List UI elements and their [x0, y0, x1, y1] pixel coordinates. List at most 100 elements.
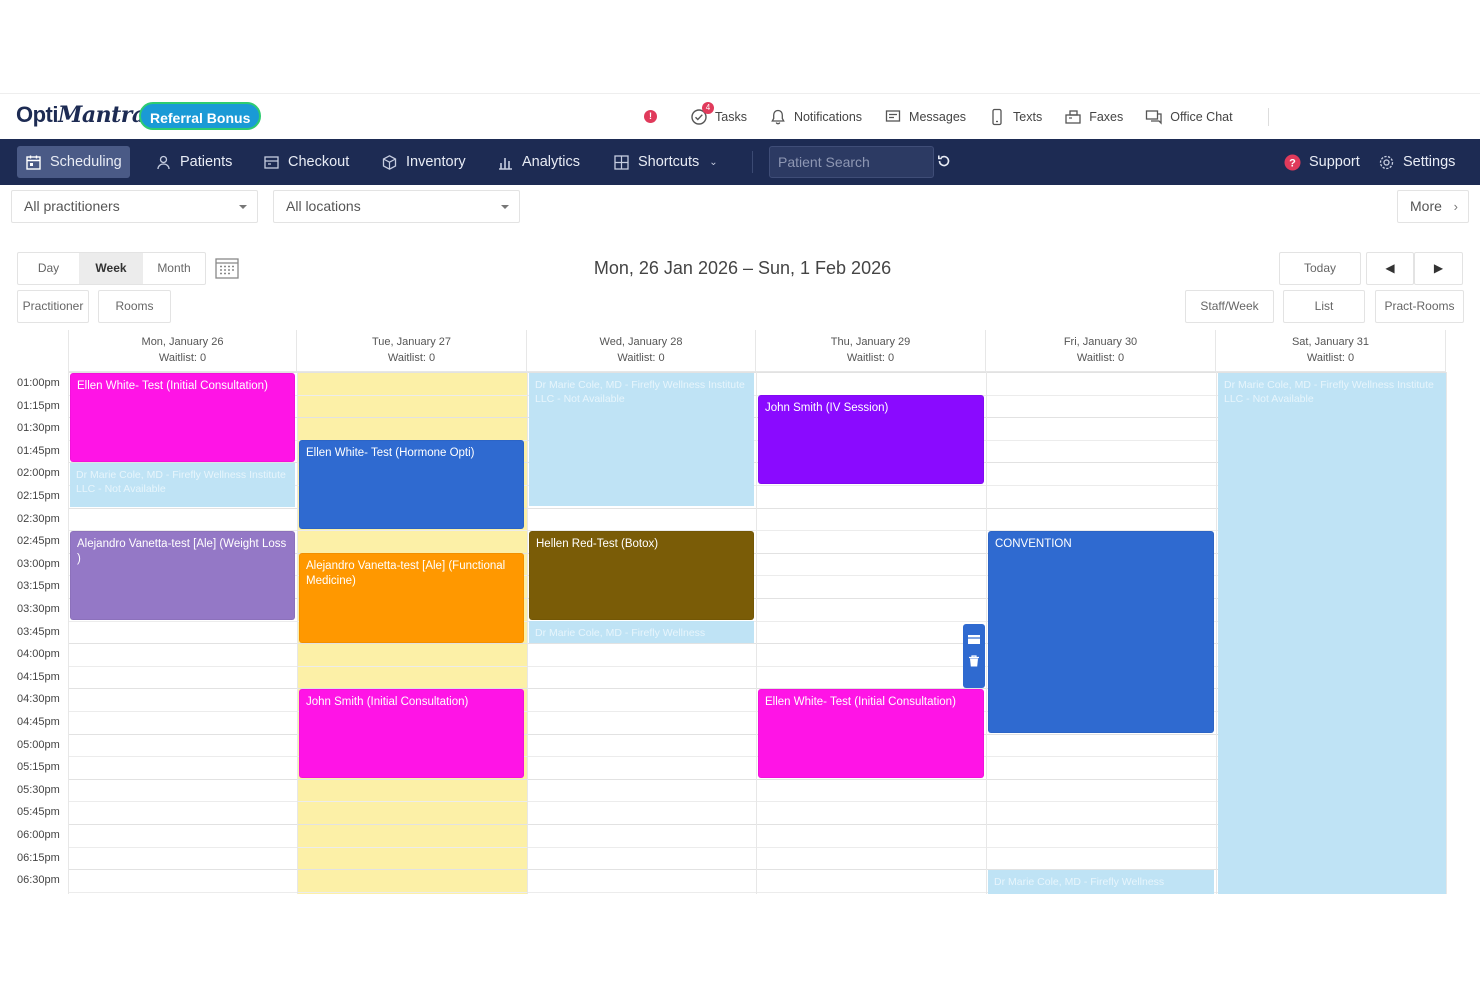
- time-slot-label: 06:15pm: [17, 851, 60, 864]
- nav-inventory-label: Inventory: [406, 154, 466, 170]
- time-slot-label: 05:00pm: [17, 738, 60, 751]
- nav-divider: [752, 151, 753, 173]
- top-nav: 4 Tasks Notifications Messages Texts Fax…: [690, 94, 1255, 139]
- date-range-title: Mon, 26 Jan 2026 – Sun, 1 Feb 2026: [593, 258, 892, 278]
- nav-analytics-label: Analytics: [522, 154, 581, 170]
- svg-text:?: ?: [1289, 157, 1296, 169]
- messages-link[interactable]: Messages: [884, 108, 966, 126]
- nav-inventory[interactable]: Inventory: [373, 146, 474, 178]
- office-chat-label: Office Chat: [1170, 109, 1233, 124]
- referral-bonus-button[interactable]: Referral Bonus: [139, 102, 262, 130]
- time-slot-label: 02:45pm: [17, 535, 60, 548]
- staff-week-button[interactable]: Staff/Week: [1185, 290, 1274, 323]
- appointment-hellen-red-wed[interactable]: Hellen Red-Test (Botox): [529, 531, 754, 620]
- location-select[interactable]: All locations: [273, 190, 520, 223]
- faxes-link[interactable]: Faxes: [1064, 108, 1123, 126]
- appointment-ellen-white-tue[interactable]: Ellen White- Test (Hormone Opti): [299, 440, 524, 529]
- day-header-mon: Mon, January 26 Waitlist: 0: [68, 330, 297, 372]
- practitioner-select-value: All practitioners: [24, 198, 120, 214]
- gear-icon: [1379, 155, 1394, 169]
- calendar-picker-icon[interactable]: [215, 257, 239, 279]
- waitlist-count: Waitlist: 0: [846, 352, 895, 364]
- time-slot-label: 03:00pm: [17, 557, 60, 570]
- alert-icon[interactable]: !: [644, 110, 657, 123]
- today-button[interactable]: Today: [1279, 252, 1361, 285]
- refresh-icon[interactable]: [936, 153, 952, 169]
- rooms-view-button[interactable]: Rooms: [98, 290, 171, 323]
- day-header-thu: Thu, January 29 Waitlist: 0: [756, 330, 986, 372]
- notifications-link[interactable]: Notifications: [769, 108, 862, 126]
- unavailable-block-fri: Dr Marie Cole, MD - Firefly Wellness: [988, 870, 1214, 894]
- texts-link[interactable]: Texts: [988, 108, 1042, 126]
- next-week-button[interactable]: ▶: [1414, 252, 1463, 285]
- appointment-ellen-white-mon[interactable]: Ellen White- Test (Initial Consultation): [70, 373, 295, 462]
- appointment-convention-fri[interactable]: CONVENTION: [988, 531, 1214, 733]
- appointment-alejandro-mon[interactable]: Alejandro Vanetta-test [Ale] (Weight Los…: [70, 531, 295, 620]
- unavailable-block-sat: Dr Marie Cole, MD - Firefly Wellness Ins…: [1218, 373, 1446, 894]
- time-slot-label: 04:30pm: [17, 693, 60, 706]
- day-label: Wed, January 28: [599, 336, 683, 348]
- notifications-label: Notifications: [793, 109, 863, 124]
- nav-scheduling-label: Scheduling: [50, 154, 122, 170]
- time-slot-label: 03:15pm: [17, 580, 60, 593]
- nav-checkout[interactable]: Checkout: [255, 146, 357, 178]
- tasks-link[interactable]: 4 Tasks: [690, 101, 747, 126]
- nav-scheduling[interactable]: Scheduling: [17, 146, 130, 178]
- register-icon: [264, 155, 279, 169]
- time-slot-label: 03:30pm: [17, 603, 60, 615]
- pract-rooms-button[interactable]: Pract-Rooms: [1375, 290, 1464, 323]
- view-month-button[interactable]: Month: [143, 253, 205, 284]
- week-calendar: Mon, January 26 Waitlist: 0 Tue, January …: [0, 330, 1480, 894]
- day-label: Tue, January 27: [371, 336, 452, 348]
- prev-week-button[interactable]: ◀: [1366, 252, 1414, 285]
- location-select-value: All locations: [286, 198, 361, 214]
- time-slot-label: 06:00pm: [17, 829, 60, 841]
- view-week-button[interactable]: Week: [79, 253, 143, 284]
- appointment-john-smith-thu[interactable]: John Smith (IV Session): [758, 395, 984, 484]
- waitlist-count: Waitlist: 0: [387, 352, 436, 364]
- time-slot-label: 02:15pm: [17, 490, 60, 502]
- trash-icon[interactable]: [967, 654, 981, 668]
- list-view-button[interactable]: List: [1283, 290, 1365, 323]
- patient-search-input[interactable]: Patient Search: [769, 146, 934, 178]
- help-icon: ?: [1284, 154, 1301, 170]
- main-nav: Scheduling Patients Checkout Inventory A…: [0, 139, 1480, 185]
- time-slot-label: 01:00pm: [17, 377, 60, 389]
- appointment-ellen-white-thu[interactable]: Ellen White- Test (Initial Consultation): [758, 689, 984, 778]
- unavailable-block-mon: Dr Marie Cole, MD - Firefly Wellness Ins…: [70, 463, 295, 507]
- nav-shortcuts[interactable]: Shortcuts ⌄: [605, 146, 726, 178]
- time-slot-label: 05:45pm: [17, 806, 60, 819]
- practitioner-view-button[interactable]: Practitioner: [17, 290, 89, 323]
- arrow-left-icon: ◀: [1385, 261, 1395, 275]
- unavailable-block-wed: Dr Marie Cole, MD - Firefly Wellness Ins…: [529, 373, 754, 506]
- time-slot-label: 01:15pm: [17, 399, 60, 412]
- card-icon[interactable]: [967, 632, 981, 646]
- nav-patients[interactable]: Patients: [147, 146, 240, 178]
- practitioner-select[interactable]: All practitioners: [11, 190, 258, 223]
- optimantra-logo[interactable]: OptiMantra: [16, 102, 146, 128]
- waitlist-count: Waitlist: 0: [617, 352, 665, 364]
- time-slot-label: 02:30pm: [17, 512, 60, 525]
- appointment-alejandro-tue[interactable]: Alejandro Vanetta-test [Ale] (Functional…: [299, 553, 524, 643]
- box-icon: [382, 154, 397, 170]
- more-button[interactable]: More ›: [1397, 190, 1469, 223]
- office-chat-link[interactable]: Office Chat: [1145, 108, 1233, 126]
- nav-analytics[interactable]: Analytics: [489, 146, 588, 178]
- view-day-button[interactable]: Day: [18, 253, 79, 284]
- nav-patients-label: Patients: [180, 154, 233, 170]
- chat-icon: [1146, 109, 1162, 125]
- arrow-right-icon: ▶: [1433, 261, 1444, 275]
- grid-icon: [614, 154, 629, 170]
- message-icon: [885, 109, 901, 122]
- top-bar: OptiMantra Referral Bonus ! 4 Tasks Noti…: [0, 94, 1480, 139]
- caret-down-icon: [501, 205, 509, 209]
- messages-label: Messages: [909, 109, 967, 124]
- calendar-icon: [26, 155, 41, 170]
- app-window: OptiMantra Referral Bonus ! 4 Tasks Noti…: [0, 93, 1480, 894]
- nav-support[interactable]: ? Support: [1276, 146, 1368, 178]
- appointment-john-smith-tue[interactable]: John Smith (Initial Consultation): [299, 689, 524, 778]
- nav-settings[interactable]: Settings: [1370, 146, 1463, 178]
- day-label: Mon, January 26: [141, 336, 224, 348]
- day-header-sat: Sat, January 31 Waitlist: 0: [1216, 330, 1446, 372]
- texts-label: Texts: [1013, 109, 1043, 124]
